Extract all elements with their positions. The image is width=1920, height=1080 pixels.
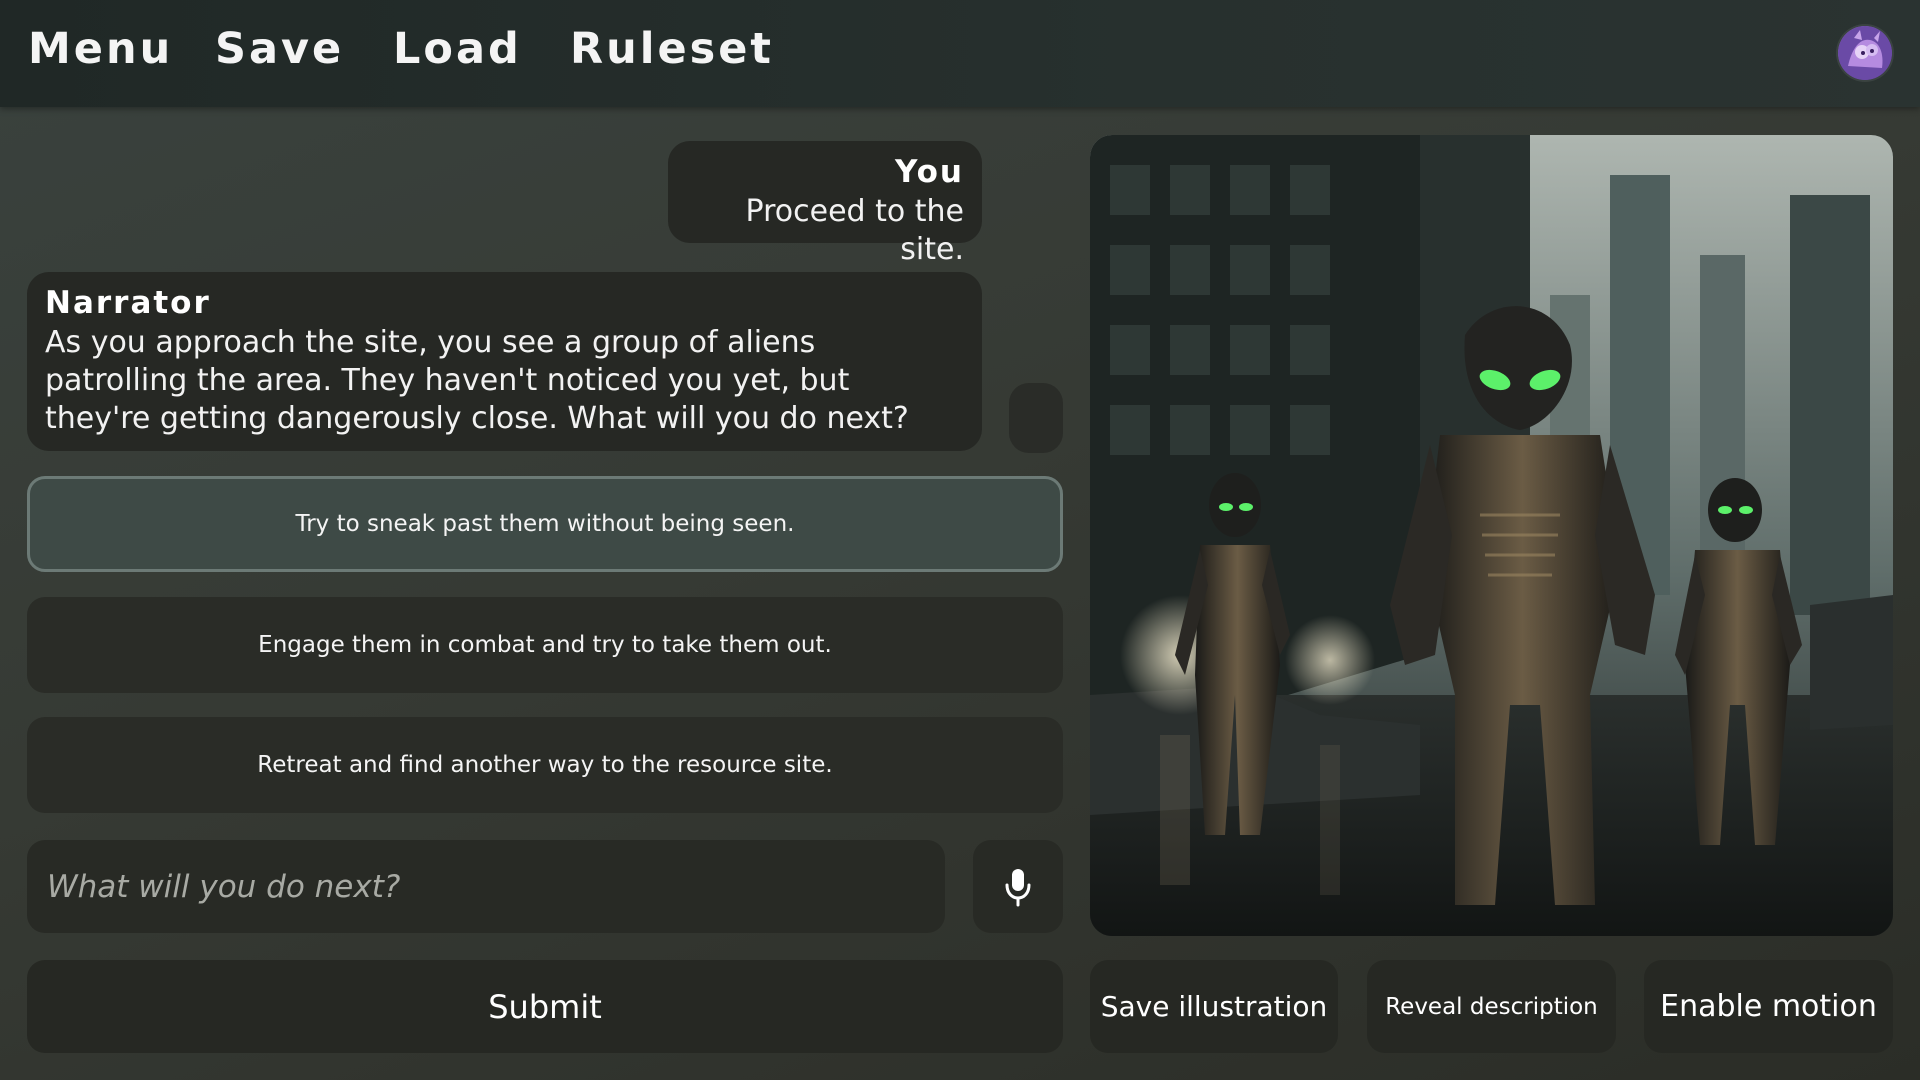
load-button[interactable]: Load	[393, 24, 522, 74]
top-nav-bar: Menu Save Load Ruleset	[0, 0, 1920, 107]
narrator-message-text: As you approach the site, you see a grou…	[45, 325, 909, 436]
microphone-icon	[1005, 868, 1031, 906]
choice-option-sneak[interactable]: Try to sneak past them without being see…	[27, 476, 1063, 572]
user-avatar[interactable]	[1838, 26, 1892, 80]
ruleset-button[interactable]: Ruleset	[570, 24, 774, 74]
choice-option-retreat[interactable]: Retreat and find another way to the reso…	[27, 717, 1063, 813]
user-speaker-label: You	[895, 154, 964, 190]
avatar-icon	[1838, 26, 1892, 80]
message-options-handle[interactable]	[1009, 383, 1063, 453]
action-input[interactable]	[45, 867, 927, 906]
alien-city-scene-image	[1090, 135, 1893, 936]
narrator-message-bubble: Narrator As you approach the site, you s…	[27, 272, 982, 451]
scene-illustration	[1090, 135, 1893, 936]
mic-button[interactable]	[973, 840, 1063, 933]
choice-option-combat[interactable]: Engage them in combat and try to take th…	[27, 597, 1063, 693]
enable-motion-button[interactable]: Enable motion	[1644, 960, 1893, 1053]
submit-button[interactable]: Submit	[27, 960, 1063, 1053]
reveal-description-button[interactable]: Reveal description	[1367, 960, 1616, 1053]
user-message-bubble: You Proceed to the site.	[668, 141, 982, 267]
user-message-text: Proceed to the site.	[745, 194, 964, 267]
save-button[interactable]: Save	[215, 24, 344, 74]
save-illustration-button[interactable]: Save illustration	[1090, 960, 1338, 1053]
narrator-speaker-label: Narrator	[45, 285, 211, 321]
action-input-container	[27, 840, 945, 933]
menu-button[interactable]: Menu	[28, 24, 173, 74]
